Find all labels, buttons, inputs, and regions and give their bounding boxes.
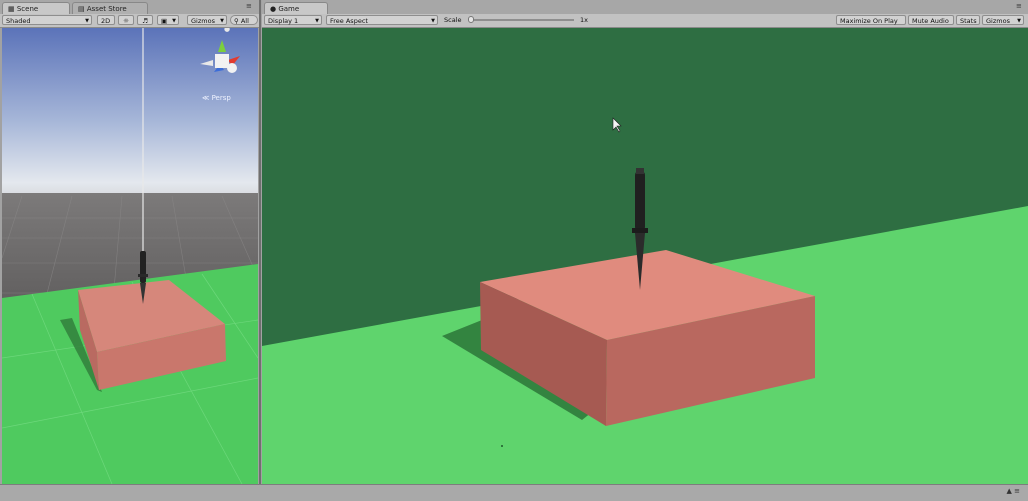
effects-dropdown-icon[interactable]: ▣ ▼ — [157, 15, 179, 25]
scale-slider[interactable] — [468, 16, 574, 23]
scene-toolbar: Shaded ▼ 2D ☼ ♬ ▣ ▼ Gizmos ▼ ⚲ All — [0, 14, 260, 28]
aspect-dropdown[interactable]: Free Aspect ▼ — [326, 15, 438, 25]
scene-view[interactable]: ● ≪ Persp — [2, 28, 258, 484]
status-icons: ▲ ≡ — [1006, 487, 1020, 495]
tab-asset-store[interactable]: ▤ Asset Store — [72, 2, 148, 14]
mute-audio-toggle[interactable]: Mute Audio — [908, 15, 954, 25]
game-viewport — [262, 28, 1028, 484]
chevron-down-icon: ▼ — [85, 18, 89, 24]
mode-2d-label: 2D — [101, 17, 111, 25]
display-dropdown[interactable]: Display 1 ▼ — [264, 15, 322, 25]
mute-audio-label: Mute Audio — [912, 17, 949, 25]
gizmos-dropdown[interactable]: Gizmos ▼ — [187, 15, 227, 25]
lighting-toggle-icon[interactable]: ☼ — [118, 15, 134, 25]
shading-mode-dropdown[interactable]: Shaded ▼ — [2, 15, 92, 25]
display-label: Display 1 — [268, 17, 299, 25]
chevron-down-icon: ▼ — [220, 18, 224, 24]
shading-mode-label: Shaded — [6, 17, 31, 25]
chevron-down-icon: ▼ — [431, 18, 435, 24]
maximize-on-play-label: Maximize On Play — [840, 17, 898, 25]
audio-toggle-icon[interactable]: ♬ — [137, 15, 153, 25]
scale-slider-thumb[interactable] — [468, 16, 474, 23]
mode-2d-toggle[interactable]: 2D — [97, 15, 115, 25]
gizmos-dropdown[interactable]: Gizmos ▼ — [982, 15, 1024, 25]
lock-icon: ● — [224, 28, 230, 33]
bottom-status-bar: ▲ ≡ — [0, 484, 1028, 501]
tab-scene[interactable]: ▦ Scene — [2, 2, 70, 14]
gizmos-label: Gizmos — [986, 17, 1010, 25]
projection-label[interactable]: ≪ Persp — [202, 94, 231, 102]
search-input[interactable]: ⚲ All — [230, 15, 258, 25]
tab-asset-store-label: Asset Store — [86, 5, 127, 13]
tab-game-label: Game — [278, 5, 300, 13]
panel-divider[interactable] — [259, 0, 261, 484]
panel-menu-icon[interactable]: ≡ — [246, 2, 252, 10]
maximize-on-play-toggle[interactable]: Maximize On Play — [836, 15, 906, 25]
aspect-label: Free Aspect — [330, 17, 368, 25]
gizmos-label: Gizmos — [191, 17, 215, 25]
tab-game[interactable]: ● Game — [264, 2, 328, 14]
game-toolbar: Display 1 ▼ Free Aspect ▼ Scale 1x Maxim… — [262, 14, 1028, 28]
scene-tab-bar: ▦ Scene ▤ Asset Store ≡ — [0, 0, 260, 14]
search-value: All — [240, 17, 249, 25]
game-tab-bar: ● Game ≡ — [262, 0, 1028, 14]
search-icon: ⚲ — [234, 17, 239, 25]
panel-menu-icon[interactable]: ≡ — [1016, 2, 1022, 10]
projection-arrow-icon: ≪ — [202, 94, 210, 102]
chevron-down-icon: ▼ — [315, 18, 319, 24]
game-view[interactable] — [262, 28, 1028, 484]
store-icon: ▤ — [78, 5, 85, 13]
scale-label: Scale — [444, 16, 462, 24]
tab-scene-label: Scene — [16, 5, 39, 13]
scale-value: 1x — [580, 16, 588, 24]
scene-icon: ▦ — [8, 5, 15, 13]
game-controller-icon: ● — [270, 5, 277, 13]
chevron-down-icon: ▼ — [1017, 18, 1021, 24]
stats-toggle[interactable]: Stats — [956, 15, 980, 25]
stats-label: Stats — [960, 17, 977, 25]
